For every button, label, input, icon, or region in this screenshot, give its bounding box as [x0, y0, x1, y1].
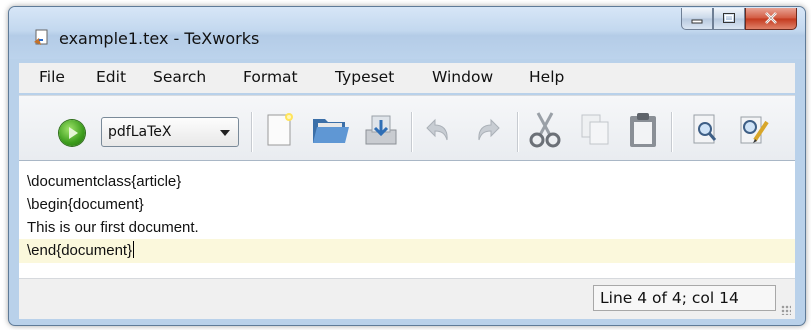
- menu-help[interactable]: Help: [529, 68, 564, 86]
- maximize-icon: [722, 9, 736, 28]
- resize-grip-icon[interactable]: [781, 305, 791, 315]
- cut-button[interactable]: [525, 112, 565, 152]
- menu-search[interactable]: Search: [153, 68, 206, 86]
- cut-icon: [528, 111, 562, 153]
- find-icon: [688, 112, 722, 152]
- toolbar-separator: [411, 112, 413, 152]
- window-controls: [681, 8, 797, 30]
- editor-line[interactable]: \documentclass{article}: [27, 171, 181, 193]
- menu-typeset[interactable]: Typeset: [335, 68, 394, 86]
- close-button[interactable]: [745, 8, 797, 30]
- toolbar-separator: [671, 112, 673, 152]
- paste-button[interactable]: [623, 112, 663, 152]
- menu-window[interactable]: Window: [432, 68, 493, 86]
- toolbar-separator: [251, 112, 253, 152]
- replace-icon: [735, 112, 771, 152]
- undo-icon: [423, 114, 455, 150]
- maximize-button[interactable]: [713, 8, 745, 30]
- copy-button[interactable]: [575, 112, 615, 152]
- menu-file[interactable]: File: [39, 68, 65, 86]
- save-icon: [362, 112, 400, 152]
- open-button[interactable]: [311, 112, 351, 152]
- window-title: example1.tex - TeXworks: [59, 29, 260, 48]
- paste-icon: [626, 111, 660, 153]
- typeset-engine-select[interactable]: pdfLaTeX: [101, 117, 239, 147]
- source-editor[interactable]: \documentclass{article} \begin{document}…: [19, 160, 795, 279]
- save-button[interactable]: [361, 112, 401, 152]
- text-cursor: [133, 241, 135, 258]
- new-document-icon: [262, 112, 296, 152]
- current-line-highlight: [19, 239, 795, 263]
- editor-line[interactable]: \begin{document}: [27, 194, 144, 216]
- play-icon: [69, 127, 78, 139]
- replace-button[interactable]: [733, 112, 773, 152]
- status-bar: Line 4 of 4; col 14: [19, 278, 795, 319]
- undo-button[interactable]: [419, 112, 459, 152]
- minimize-icon: [691, 9, 703, 28]
- new-document-button[interactable]: [259, 112, 299, 152]
- editor-line[interactable]: This is our first document.: [27, 217, 199, 239]
- chevron-down-icon: [220, 130, 230, 136]
- redo-icon: [471, 114, 503, 150]
- menu-format[interactable]: Format: [243, 68, 298, 86]
- title-bar[interactable]: example1.tex - TeXworks: [9, 7, 805, 59]
- copy-icon: [578, 112, 612, 152]
- minimize-button[interactable]: [681, 8, 713, 30]
- typeset-engine-value: pdfLaTeX: [108, 124, 172, 140]
- toolbar-separator: [517, 112, 519, 152]
- menu-bar: File Edit Search Format Typeset Window H…: [19, 63, 795, 93]
- cursor-position-status[interactable]: Line 4 of 4; col 14: [593, 285, 776, 311]
- menu-edit[interactable]: Edit: [96, 68, 126, 86]
- texworks-window: example1.tex - TeXworks File Edit Search: [8, 6, 806, 326]
- find-button[interactable]: [685, 112, 725, 152]
- editor-line-text: \end{document}: [27, 242, 133, 259]
- typeset-run-button[interactable]: [59, 120, 85, 146]
- redo-button[interactable]: [467, 112, 507, 152]
- open-folder-icon: [311, 113, 351, 151]
- editor-line-current[interactable]: \end{document}: [27, 240, 135, 262]
- texworks-document-icon[interactable]: [33, 29, 51, 46]
- close-icon: [764, 9, 778, 28]
- toolbar: pdfLaTeX: [19, 95, 795, 160]
